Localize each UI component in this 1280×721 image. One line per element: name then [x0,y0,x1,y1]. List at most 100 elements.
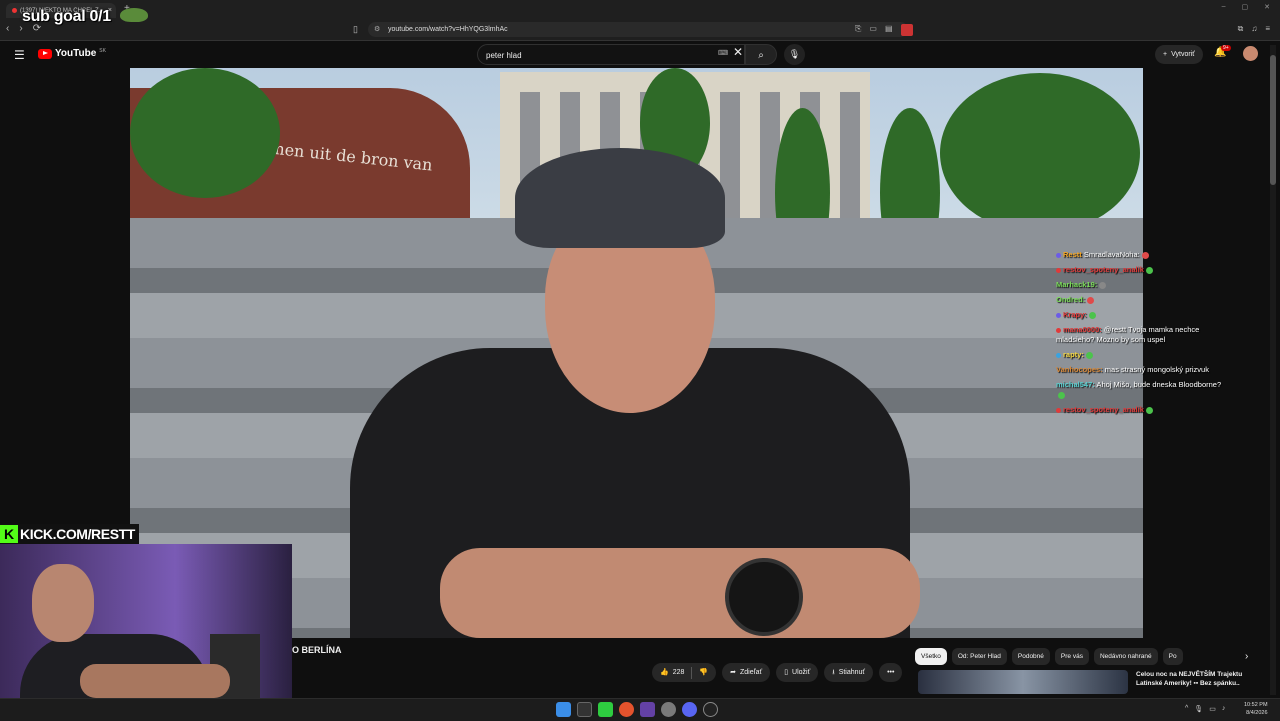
share-label: Zdieľať [740,669,763,676]
chat-emote-icon [1085,351,1093,359]
brave-browser-icon[interactable] [619,702,634,717]
divider [691,666,693,679]
download-button[interactable]: ⭳ Stiahnuť [824,663,874,682]
chat-badge-icon [1056,312,1061,318]
discord-icon[interactable] [682,702,697,717]
person-arms [440,548,920,638]
chat-badge-icon [1056,407,1061,413]
thumbs-down-icon[interactable]: 👎 [699,663,708,682]
browser-address-bar: ‹ › ⟳ ▯ ⚙ youtube.com/watch?v=HhYQG3lmhA… [0,20,1280,41]
file-explorer-icon[interactable] [577,702,592,717]
chat-text: mas strasný mongolský prizvuk [1104,365,1209,374]
close-window-button[interactable]: ✕ [1264,3,1270,11]
account-avatar[interactable] [1243,46,1258,61]
download-label: Stiahnuť [838,669,866,676]
thumbs-up-icon: 👍 [660,669,669,676]
search-button[interactable]: ⌕ [745,44,777,65]
clock-time: 10:52 PM [1244,702,1268,708]
obs-app-icon[interactable] [598,702,613,717]
translate-icon[interactable]: ⎘ [855,24,861,36]
chip-all[interactable]: Všetko [915,648,947,665]
voice-search-button[interactable]: 🎙 [784,44,805,65]
taskbar-apps [556,702,718,717]
twitch-icon[interactable] [640,702,655,717]
cast-icon[interactable]: ▭ [869,24,877,36]
youtube-play-icon [38,48,52,59]
site-info-icon[interactable]: ⚙ [374,22,380,37]
chat-message: restov_spoteny_analik [1056,265,1226,275]
search-input[interactable]: peter hlad [477,44,745,65]
more-icon: ••• [887,669,895,676]
chip-for-you[interactable]: Pre vás [1054,648,1089,665]
tray-chevron-icon[interactable]: ^ [1185,705,1188,713]
page-scrollbar[interactable] [1270,45,1276,695]
volume-icon[interactable]: ♪ [1222,705,1226,713]
minimize-button[interactable]: – [1222,3,1226,11]
chat-emote-icon [1088,311,1096,319]
wristwatch [725,558,803,636]
brave-shield-icon[interactable] [900,24,913,36]
network-icon[interactable]: ▭ [1209,705,1216,713]
chip-related[interactable]: Podobné [1011,648,1050,665]
recommendation-chips: Všetko Od: Peter Hlad Podobné Pre vás Ne… [915,648,1183,665]
chat-message: restov_spoteny_analik [1056,405,1226,415]
windows-start-icon[interactable] [556,702,571,717]
taskbar-clock[interactable]: 10:52 PM 8/4/2026 [1244,701,1268,717]
share-button[interactable]: ➦ Zdieľať [722,663,771,682]
chip-recently-uploaded[interactable]: Nedávno nahrané [1093,648,1158,665]
chrome-icon[interactable] [661,702,676,717]
chat-username: mana0000: [1063,325,1102,334]
browser-tools: ⧉ ♫ ≡ [1238,24,1270,34]
more-actions-button[interactable]: ••• [879,663,903,682]
create-button[interactable]: + Vytvoriť [1155,45,1203,64]
chevron-right-icon[interactable]: › [1245,651,1248,662]
kick-logo-icon: K [0,525,18,543]
menu-icon[interactable]: ≡ [1265,24,1270,34]
recommendation-title[interactable]: Celou noc na NEJVĚTŠÍM Trajektu Latinské… [1136,670,1266,688]
chip-truncated[interactable]: Po [1162,648,1183,665]
save-label: Uložiť [792,669,811,676]
streamer-webcam [0,544,292,720]
back-button[interactable]: ‹ [6,23,9,34]
video-actions: 👍 228 👎 ➦ Zdieľať ▯ Uložiť ⭳ Stiahnuť ••… [652,663,903,682]
g-hub-icon[interactable] [703,702,718,717]
bookmark-icon[interactable]: ▯ [353,24,358,35]
mic-tray-icon[interactable]: 🎙 [1194,705,1203,713]
split-icon[interactable]: ▤ [885,24,893,36]
notification-count-badge: 9+ [1221,45,1231,51]
create-label: Vytvoriť [1171,51,1195,58]
media-icon[interactable]: ♫ [1251,24,1257,34]
chat-message: Marhack19: [1056,280,1226,290]
like-count: 228 [672,669,685,676]
like-button[interactable]: 👍 228 👎 [652,663,717,682]
window-controls: – ▢ ✕ [1222,3,1270,11]
chat-username: rapty: [1063,350,1084,359]
tree [130,68,280,198]
extension-icons: ⎘ ▭ ▤ [855,24,913,36]
extensions-icon[interactable]: ⧉ [1238,24,1244,34]
webcam-person-arm [80,664,230,698]
youtube-logo[interactable]: YouTube SK [38,48,106,59]
plus-icon: + [1163,51,1168,58]
chat-message: Ondred: [1056,295,1226,305]
person-cap [515,148,725,248]
chat-emote-icon [1058,391,1065,399]
keyboard-icon[interactable]: ⌨ [718,49,728,57]
chat-message: Restt SmradlavaNoha: [1056,250,1226,260]
scrollbar-thumb[interactable] [1270,55,1276,185]
chip-from-channel[interactable]: Od: Peter Hlad [951,648,1007,665]
recommendation-thumbnail[interactable] [918,670,1128,694]
hamburger-menu-icon[interactable]: ☰ [14,48,25,62]
video-person [320,108,940,638]
save-button[interactable]: ▯ Uložiť [776,663,819,682]
chat-username: restov_spoteny_analik [1063,265,1144,274]
chat-username: Restt [1063,250,1082,259]
maximize-button[interactable]: ▢ [1242,3,1249,11]
chat-badge-icon [1056,327,1061,333]
chat-username: restov_spoteny_analik [1063,405,1144,414]
chat-badge-icon [1056,352,1061,358]
clear-search-icon[interactable]: ✕ [733,45,743,59]
url-field[interactable]: ⚙ youtube.com/watch?v=HhYQG3lmhAc [368,22,908,37]
chat-username: Marhack19: [1056,280,1098,289]
browser-tab-bar: (1397) NIEKTO MA CHCEL Z... × + – ▢ ✕ [0,0,1280,20]
